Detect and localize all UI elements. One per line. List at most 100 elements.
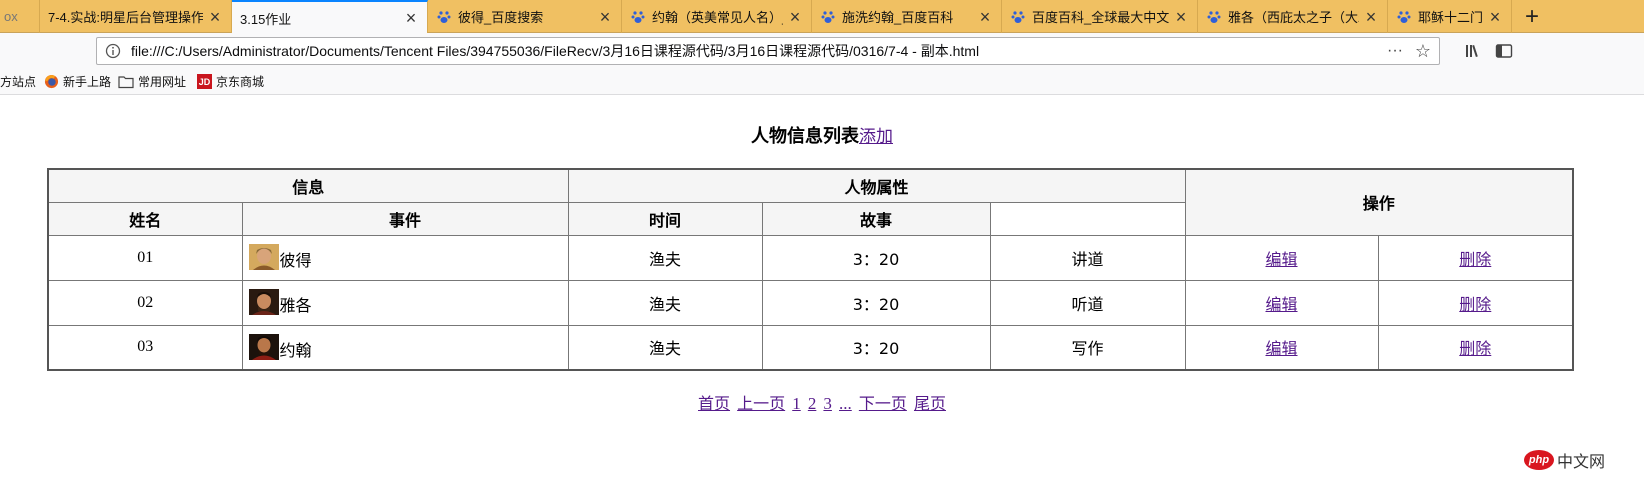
cell-event: 约翰 [241, 324, 569, 371]
new-tab-button[interactable]: + [1512, 0, 1552, 33]
folder-icon [118, 74, 134, 90]
bookmark-common-sites[interactable]: 常用网址 [118, 69, 186, 94]
person-name: 彼得 [279, 251, 312, 270]
bookmark-label: 新手上路 [63, 75, 112, 89]
cell-id: 01 [47, 234, 243, 281]
page-link-1[interactable]: 1 [792, 394, 801, 413]
tab-homework[interactable]: 3.15作业 × [232, 0, 428, 34]
cell-delete: 删除 [1377, 324, 1574, 371]
jd-icon: JD [196, 74, 212, 90]
prev-page-link[interactable]: 上一页 [737, 394, 785, 413]
watermark-text: 中文网 [1557, 454, 1606, 471]
tab-john-baptist[interactable]: 施洗约翰_百度百科 × [812, 0, 1002, 33]
header-empty-cell [989, 201, 1186, 236]
cell-time: 3：20 [761, 324, 991, 371]
cell-event: 雅各 [241, 279, 569, 326]
table-header-row: 信息 人物属性 操作 [47, 168, 1574, 236]
table-row: 01 彼得 渔夫 3：20 讲道 编辑 删除 [47, 234, 1574, 281]
tab-peter-search[interactable]: 彼得_百度搜索 × [428, 0, 622, 33]
tab-john-names[interactable]: 约翰（英美常见人名）_百 × [622, 0, 812, 33]
tab-twelve-apostles[interactable]: 耶稣十二门徒_百度百科 × [1388, 0, 1512, 33]
tab-partial[interactable]: ox [0, 0, 40, 33]
close-icon[interactable]: × [787, 8, 803, 26]
cell-time: 3：20 [761, 279, 991, 326]
cell-story: 讲道 [989, 234, 1186, 281]
header-time: 时间 [567, 201, 763, 236]
header-person-attributes: 人物属性 [567, 168, 1186, 203]
tab-title: 约翰（英美常见人名）_百 [652, 10, 783, 25]
baidu-paw-icon [1206, 9, 1222, 25]
tab-title: 7-4.实战:明星后台管理操作 [48, 10, 203, 25]
bookmark-jd[interactable]: JD 京东商城 [196, 69, 264, 94]
bookmark-label: 方站点 [0, 75, 37, 89]
baidu-paw-icon [820, 9, 836, 25]
info-icon[interactable] [105, 43, 121, 59]
header-info: 信息 [47, 168, 569, 203]
header-story: 故事 [761, 201, 991, 236]
header-event: 事件 [241, 201, 569, 236]
cell-story: 写作 [989, 324, 1186, 371]
cell-job: 渔夫 [567, 324, 763, 371]
bookmark-sites[interactable]: 方站点 [0, 69, 36, 94]
tab-james[interactable]: 雅各（西庇太之子（大雅 × [1198, 0, 1388, 33]
more-actions-icon[interactable]: ··· [1383, 42, 1407, 60]
next-page-link[interactable]: 下一页 [859, 394, 907, 413]
cell-time: 3：20 [761, 234, 991, 281]
cell-edit: 编辑 [1184, 234, 1379, 281]
close-icon[interactable]: × [1173, 8, 1189, 26]
add-link[interactable]: 添加 [859, 127, 893, 147]
tab-title: 施洗约翰_百度百科 [842, 10, 954, 25]
close-icon[interactable]: × [403, 9, 419, 27]
portrait-image [248, 244, 279, 270]
url-bar[interactable]: file:///C:/Users/Administrator/Documents… [96, 37, 1440, 65]
tab-star-admin[interactable]: 7-4.实战:明星后台管理操作 × [40, 0, 232, 33]
close-icon[interactable]: × [207, 8, 223, 26]
baidu-paw-icon [436, 9, 452, 25]
delete-link[interactable]: 删除 [1459, 250, 1491, 269]
cell-edit: 编辑 [1184, 279, 1379, 326]
firefox-icon [43, 74, 59, 90]
person-table: 信息 人物属性 操作 姓名 事件 时间 故事 01 彼得 渔夫 3：20 讲道 … [47, 168, 1575, 371]
cell-story: 听道 [989, 279, 1186, 326]
tab-title: 雅各（西庇太之子（大雅 [1228, 10, 1359, 25]
close-icon[interactable]: × [597, 8, 613, 26]
tab-baike-home[interactable]: 百度百科_全球最大中文百 × [1002, 0, 1198, 33]
bookmark-label: 京东商城 [216, 75, 265, 89]
library-icon[interactable] [1464, 41, 1484, 61]
tab-strip: ox 7-4.实战:明星后台管理操作 × 3.15作业 × 彼得_百度搜索 × … [0, 0, 1644, 34]
tab-title: 耶稣十二门徒_百度百科 [1418, 10, 1483, 25]
cell-delete: 删除 [1377, 279, 1574, 326]
sidebar-icon[interactable] [1494, 41, 1514, 61]
close-icon[interactable]: × [977, 8, 993, 26]
baidu-paw-icon [1010, 9, 1026, 25]
page-link-3[interactable]: 3 [823, 394, 832, 413]
tab-title: 彼得_百度搜索 [458, 10, 544, 25]
edit-link[interactable]: 编辑 [1266, 250, 1298, 269]
cell-id: 03 [47, 324, 243, 371]
delete-link[interactable]: 删除 [1459, 295, 1491, 314]
baidu-paw-icon [630, 9, 646, 25]
close-icon[interactable]: × [1363, 8, 1379, 26]
page-title: 人物信息列表添加 [0, 122, 1644, 148]
tab-title: 百度百科_全球最大中文百 [1032, 10, 1169, 25]
last-page-link[interactable]: 尾页 [914, 394, 946, 413]
baidu-paw-icon [1396, 9, 1412, 25]
portrait-image [248, 289, 279, 315]
delete-link[interactable]: 删除 [1459, 339, 1491, 358]
person-name: 雅各 [279, 296, 312, 315]
ellipsis-link[interactable]: ... [839, 394, 852, 413]
table-row: 03 约翰 渔夫 3：20 写作 编辑 删除 [47, 324, 1574, 371]
edit-link[interactable]: 编辑 [1266, 339, 1298, 358]
cell-job: 渔夫 [567, 279, 763, 326]
bookmark-getting-started[interactable]: 新手上路 [43, 69, 111, 94]
close-icon[interactable]: × [1487, 8, 1503, 26]
url-text[interactable]: file:///C:/Users/Administrator/Documents… [131, 41, 1383, 61]
first-page-link[interactable]: 首页 [698, 394, 730, 413]
cell-job: 渔夫 [567, 234, 763, 281]
edit-link[interactable]: 编辑 [1266, 295, 1298, 314]
page-link-2[interactable]: 2 [808, 394, 817, 413]
cell-id: 02 [47, 279, 243, 326]
bookmark-star-icon[interactable]: ☆ [1413, 41, 1433, 62]
bookmark-label: 常用网址 [138, 75, 187, 89]
php-watermark: php 中文网 [1524, 448, 1605, 472]
